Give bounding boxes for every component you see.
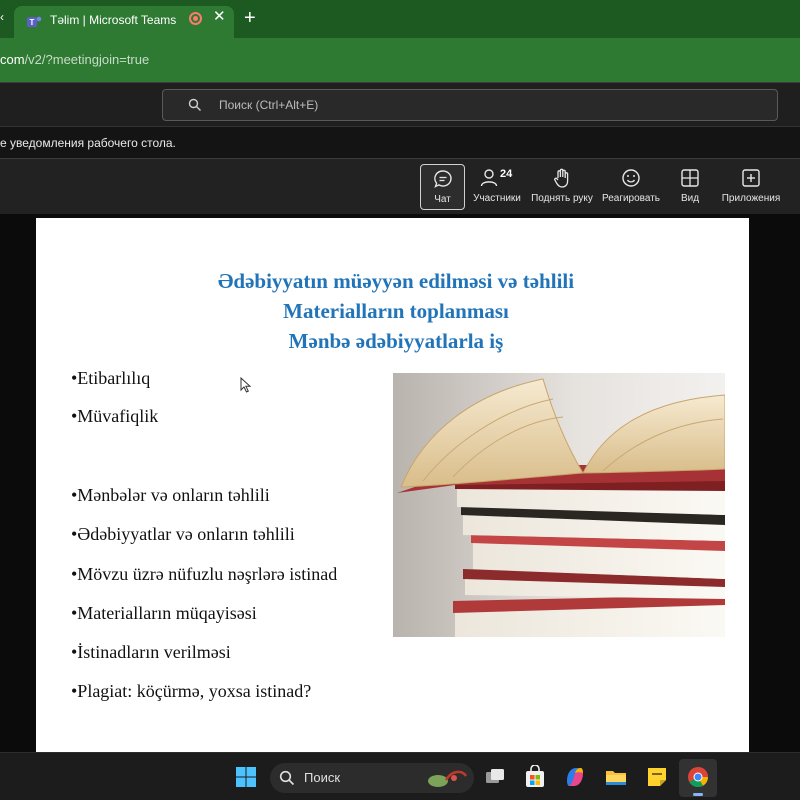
search-highlight-icon [428,770,468,787]
slide-bullet: •Ədəbiyyatlar və onların təhlili [71,524,295,544]
file-explorer-icon[interactable] [604,765,628,789]
slide-title: Ədəbiyyatın müəyyən edilməsi və təhlili … [36,266,756,356]
chat-label: Чат [434,194,451,205]
view-button[interactable]: Вид [670,164,710,210]
slide-bullet: •Plagiat: köçürmə, yoxsa istinad? [71,681,312,701]
meeting-stage: Ədəbiyyatın müəyyən edilməsi və təhlili … [0,214,800,752]
react-button[interactable]: Реагировать [600,164,662,210]
taskbar-search-label: Поиск [304,770,341,785]
task-view-icon[interactable] [483,765,507,789]
slide-bullet: •Materialların müqayisəsi [71,603,257,623]
meeting-toolbar: Чат Участники 24 Поднять руку Реагироват [0,158,800,214]
shared-slide: Ədəbiyyatın müəyyən edilməsi və təhlili … [36,218,749,752]
record-icon [189,12,202,25]
browser-tab-strip: ‹ T Təlim | Microsoft Teams ✕ + [0,0,800,38]
chat-icon [433,170,452,188]
previous-tab-edge[interactable]: ‹ [0,10,8,28]
slide-title-line-2: Materialların toplanması [283,299,509,323]
grid-view-icon [681,169,699,187]
notification-text: е уведомления рабочего стола. [0,136,176,150]
slide-bullet: •Müvafiqlik [71,406,159,426]
chrome-taskbar-button[interactable] [679,759,717,797]
raise-hand-button[interactable]: Поднять руку [528,164,596,210]
svg-text:T: T [30,18,35,27]
slide-bullet: •Etibarlılıq [71,368,151,388]
copilot-icon[interactable] [563,765,587,789]
tab-teams[interactable]: T Təlim | Microsoft Teams ✕ [14,6,234,38]
search-icon [188,98,201,111]
smiley-icon [622,169,640,187]
search-icon [279,770,295,786]
teams-header: Поиск (Ctrl+Alt+E) [0,82,800,126]
address-bar[interactable]: com/v2/?meetingjoin=true [0,38,800,82]
notification-bar: е уведомления рабочего стола. [0,126,800,158]
search-placeholder: Поиск (Ctrl+Alt+E) [219,98,319,112]
people-icon [480,169,498,187]
raise-hand-label: Поднять руку [531,193,593,204]
slide-title-line-1: Ədəbiyyatın müəyyən edilməsi və təhlili [217,269,575,293]
chrome-icon [688,767,709,788]
new-tab-button[interactable]: + [244,7,256,29]
stack-of-books-image [393,373,725,637]
add-app-icon [742,169,760,187]
windows-start-icon[interactable] [234,765,258,789]
url-text[interactable]: com/v2/?meetingjoin=true [0,52,149,67]
react-label: Реагировать [601,193,661,204]
store-icon[interactable] [523,765,547,789]
slide-title-line-3: Mənbə ədəbiyyatlarla iş [288,329,504,353]
hand-icon [554,168,569,188]
taskbar-search[interactable]: Поиск [270,763,474,793]
participants-label: Участники [473,193,521,204]
mouse-cursor-icon [240,377,252,393]
teams-icon: T [27,16,42,27]
chat-button[interactable]: Чат [420,164,465,210]
participants-button[interactable]: Участники [470,164,524,210]
slide-bullet: •Mövzu üzrə nüfuzlu nəşrlərə istinad [71,564,338,584]
participants-count: 24 [500,168,513,180]
apps-button[interactable]: Приложения [718,164,784,210]
tab-title: Təlim | Microsoft Teams [50,13,177,27]
view-label: Вид [680,193,700,204]
url-path: /v2/?meetingjoin=true [24,52,150,67]
sticky-notes-icon[interactable] [645,765,669,789]
windows-taskbar: Поиск [0,752,800,800]
search-input[interactable]: Поиск (Ctrl+Alt+E) [162,89,778,121]
apps-label: Приложения [721,193,781,204]
slide-bullet: •İstinadların verilməsi [71,642,231,662]
url-host: com [0,52,25,67]
slide-bullet: •Mənbələr və onların təhlili [71,485,270,505]
close-tab-icon[interactable]: ✕ [213,9,226,25]
screen: ‹ T Təlim | Microsoft Teams ✕ + com/v2/?… [0,0,800,800]
